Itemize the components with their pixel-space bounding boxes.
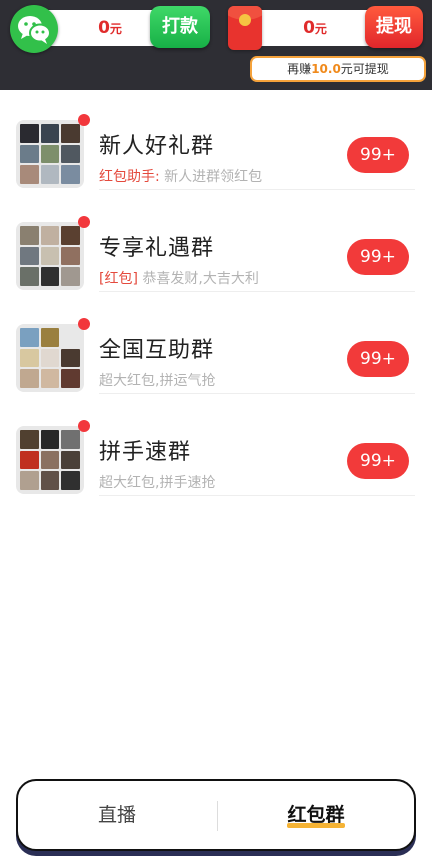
unread-count-badge: 99+ <box>347 443 409 479</box>
wechat-icon <box>10 5 58 53</box>
row-divider <box>99 291 415 292</box>
group-row[interactable]: 拼手速群 超大红包,拼手速抢 99+ <box>0 416 432 518</box>
wechat-balance-amount: 0元 <box>98 18 122 38</box>
unread-dot <box>78 216 90 228</box>
group-avatar <box>16 426 84 494</box>
row-divider <box>99 495 415 496</box>
group-title: 新人好礼群 <box>99 134 215 159</box>
withdraw-tip: 再赚10.0元可提现 <box>250 56 426 82</box>
bottom-tab-bar: 直播 红包群 <box>16 779 416 851</box>
group-avatar <box>16 120 84 188</box>
group-row[interactable]: 新人好礼群 红包助手: 新人进群领红包 99+ <box>0 110 432 212</box>
group-list: 新人好礼群 红包助手: 新人进群领红包 99+ 专享礼遇群 [红包] 恭喜发财,… <box>0 110 432 518</box>
group-avatar <box>16 222 84 290</box>
group-title: 全国互助群 <box>99 338 215 363</box>
withdraw-button[interactable]: 提现 <box>365 6 423 48</box>
unread-count-badge: 99+ <box>347 239 409 275</box>
top-balance-bar: 0元 打款 0元 提现 再赚10.0元可提现 <box>0 0 432 90</box>
group-title: 专享礼遇群 <box>99 236 215 261</box>
pay-button[interactable]: 打款 <box>150 6 210 48</box>
tab-live[interactable]: 直播 <box>18 781 216 849</box>
unread-dot <box>78 114 90 126</box>
group-last-message: 超大红包,拼运气抢 <box>99 373 216 389</box>
unread-dot <box>78 420 90 432</box>
group-avatar <box>16 324 84 392</box>
group-last-message: 超大红包,拼手速抢 <box>99 475 216 491</box>
unread-count-badge: 99+ <box>347 137 409 173</box>
group-last-message: [红包] 恭喜发财,大吉大利 <box>99 271 259 287</box>
group-row[interactable]: 全国互助群 超大红包,拼运气抢 99+ <box>0 314 432 416</box>
group-title: 拼手速群 <box>99 440 192 465</box>
group-row[interactable]: 专享礼遇群 [红包] 恭喜发财,大吉大利 99+ <box>0 212 432 314</box>
unread-dot <box>78 318 90 330</box>
row-divider <box>99 393 415 394</box>
tab-red-packet-group[interactable]: 红包群 <box>217 781 415 849</box>
row-divider <box>99 189 415 190</box>
unread-count-badge: 99+ <box>347 341 409 377</box>
red-packet-icon <box>228 6 262 50</box>
active-tab-indicator <box>287 823 345 828</box>
group-last-message: 红包助手: 新人进群领红包 <box>99 169 263 185</box>
redpacket-balance-amount: 0元 <box>303 18 327 38</box>
